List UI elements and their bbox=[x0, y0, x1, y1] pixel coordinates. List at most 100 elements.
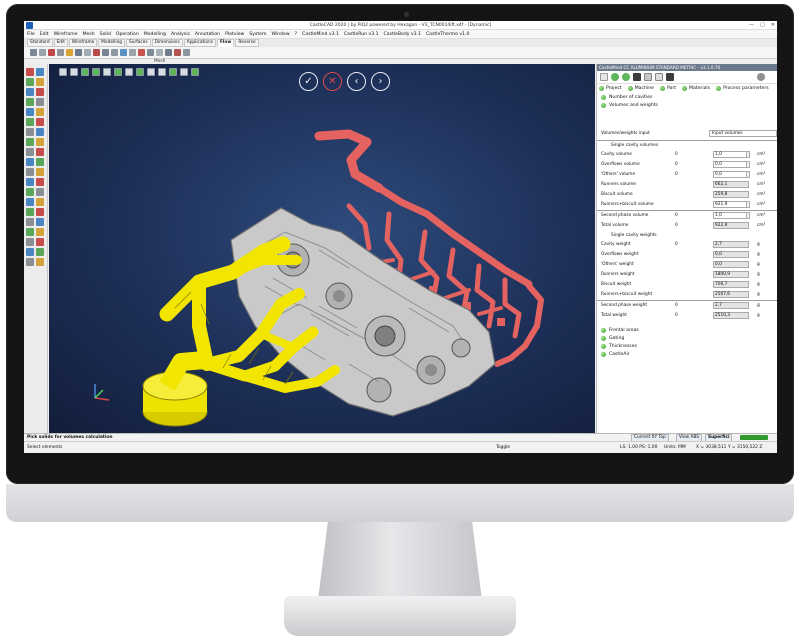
3d-viewport[interactable]: ✓ ✕ ‹ › bbox=[49, 64, 595, 433]
draw-tool-icon[interactable] bbox=[26, 148, 34, 156]
menu-castlerun[interactable]: CastleRun v3.1 bbox=[344, 32, 379, 37]
ribbon-tab-modelling[interactable]: Modelling bbox=[98, 39, 126, 47]
section-gating[interactable]: Gating bbox=[597, 334, 777, 342]
input-mode-select[interactable]: Input volumes bbox=[709, 130, 777, 137]
tab-part[interactable]: Part bbox=[667, 86, 676, 91]
tab-machine[interactable]: Machine bbox=[635, 86, 654, 91]
runners-biscuit-volume-input[interactable]: 921,9 bbox=[713, 201, 749, 208]
menu-file[interactable]: File bbox=[27, 32, 35, 37]
mesh-tool-icon[interactable] bbox=[156, 49, 163, 56]
mesh-tool-icon[interactable] bbox=[48, 49, 55, 56]
menu-castlebody[interactable]: CastleBody v3.1 bbox=[384, 32, 421, 37]
menu-help[interactable]: ? bbox=[295, 32, 297, 37]
spinner-icon[interactable] bbox=[746, 201, 750, 208]
menu-operation[interactable]: Operation bbox=[116, 32, 139, 37]
second-phase-volume-input[interactable]: 1,0 bbox=[713, 212, 749, 219]
ribbon-tab-dimensions[interactable]: Dimensions bbox=[151, 39, 183, 47]
draw-tool-icon[interactable] bbox=[26, 138, 34, 146]
mesh-tool-icon[interactable] bbox=[129, 49, 136, 56]
draw-tool-icon[interactable] bbox=[26, 158, 34, 166]
menu-plotview[interactable]: Plotview bbox=[225, 32, 244, 37]
menu-annotation[interactable]: Annotation bbox=[195, 32, 220, 37]
draw-tool-icon[interactable] bbox=[36, 248, 44, 256]
draw-tool-icon[interactable] bbox=[26, 78, 34, 86]
mesh-tool-icon[interactable] bbox=[30, 49, 37, 56]
menu-castlethermo[interactable]: CastleThermo v1.0 bbox=[426, 32, 469, 37]
mesh-tool-icon[interactable] bbox=[147, 49, 154, 56]
mesh-tool-icon[interactable] bbox=[174, 49, 181, 56]
ribbon-tab-edit[interactable]: Edit bbox=[53, 39, 68, 47]
draw-tool-icon[interactable] bbox=[36, 158, 44, 166]
save-icon[interactable] bbox=[633, 73, 641, 81]
mesh-tool-icon[interactable] bbox=[84, 49, 91, 56]
menu-wireframe[interactable]: Wireframe bbox=[54, 32, 78, 37]
mesh-tool-icon[interactable] bbox=[93, 49, 100, 56]
draw-tool-icon[interactable] bbox=[36, 178, 44, 186]
maximize-button[interactable]: □ bbox=[760, 22, 765, 28]
draw-tool-icon[interactable] bbox=[36, 228, 44, 236]
tab-materials[interactable]: Materials bbox=[689, 86, 710, 91]
draw-tool-icon[interactable] bbox=[26, 108, 34, 116]
draw-tool-icon[interactable] bbox=[26, 238, 34, 246]
draw-tool-icon[interactable] bbox=[36, 168, 44, 176]
spinner-icon[interactable] bbox=[746, 171, 750, 178]
ribbon-tab-reverse[interactable]: Reverse bbox=[235, 39, 259, 47]
spinner-icon[interactable] bbox=[746, 212, 750, 219]
draw-tool-icon[interactable] bbox=[36, 98, 44, 106]
section-castleair[interactable]: CastleAir bbox=[597, 350, 777, 358]
mesh-tool-icon[interactable] bbox=[102, 49, 109, 56]
menu-modelling[interactable]: Modelling bbox=[144, 32, 166, 37]
draw-tool-icon[interactable] bbox=[26, 128, 34, 136]
draw-tool-icon[interactable] bbox=[36, 138, 44, 146]
menu-castlemind[interactable]: CastleMind v3.1 bbox=[302, 32, 339, 37]
draw-tool-icon[interactable] bbox=[26, 218, 34, 226]
run-icon[interactable] bbox=[622, 73, 630, 81]
tab-process-parameters[interactable]: Process parameters bbox=[723, 86, 769, 91]
draw-tool-icon[interactable] bbox=[36, 188, 44, 196]
overflows-volume-input[interactable]: 0,0 bbox=[713, 161, 749, 168]
section-frontal-areas[interactable]: Frontal areas bbox=[597, 326, 777, 334]
draw-tool-icon[interactable] bbox=[26, 68, 34, 76]
menu-analysis[interactable]: Analysis bbox=[171, 32, 190, 37]
others-volume-input[interactable]: 0,0 bbox=[713, 171, 749, 178]
close-button[interactable]: ✕ bbox=[771, 22, 775, 28]
mesh-tool-icon[interactable] bbox=[138, 49, 145, 56]
edit-icon[interactable] bbox=[655, 73, 663, 81]
menu-window[interactable]: Window bbox=[271, 32, 289, 37]
minimize-button[interactable]: — bbox=[749, 22, 754, 28]
ribbon-tab-applications[interactable]: Applications bbox=[183, 39, 216, 47]
ribbon-tab-wireframe[interactable]: Wireframe bbox=[68, 39, 98, 47]
mesh-tool-icon[interactable] bbox=[39, 49, 46, 56]
mesh-tool-icon[interactable] bbox=[75, 49, 82, 56]
draw-tool-icon[interactable] bbox=[36, 148, 44, 156]
draw-tool-icon[interactable] bbox=[36, 68, 44, 76]
draw-tool-icon[interactable] bbox=[26, 178, 34, 186]
draw-tool-icon[interactable] bbox=[36, 208, 44, 216]
draw-tool-icon[interactable] bbox=[26, 208, 34, 216]
settings-icon[interactable] bbox=[666, 73, 674, 81]
cad-model[interactable] bbox=[49, 64, 595, 433]
draw-tool-icon[interactable] bbox=[26, 248, 34, 256]
draw-tool-icon[interactable] bbox=[26, 168, 34, 176]
draw-tool-icon[interactable] bbox=[36, 258, 44, 266]
mesh-tool-icon[interactable] bbox=[120, 49, 127, 56]
menu-edit[interactable]: Edit bbox=[40, 32, 49, 37]
new-icon[interactable] bbox=[600, 73, 608, 81]
draw-tool-icon[interactable] bbox=[26, 228, 34, 236]
mesh-tool-icon[interactable] bbox=[111, 49, 118, 56]
ribbon-tab-flow[interactable]: Flow bbox=[217, 39, 235, 47]
section-volumes-and-weights[interactable]: Volumes and weights bbox=[597, 101, 777, 109]
mesh-tool-icon[interactable] bbox=[183, 49, 190, 56]
spinner-icon[interactable] bbox=[746, 151, 750, 158]
mesh-tool-icon[interactable] bbox=[66, 49, 73, 56]
menu-mesh[interactable]: Mesh bbox=[83, 32, 95, 37]
tab-project[interactable]: Project bbox=[606, 86, 622, 91]
draw-tool-icon[interactable] bbox=[36, 238, 44, 246]
menu-solid[interactable]: Solid bbox=[100, 32, 111, 37]
cavity-volume-input[interactable]: 1,0 bbox=[713, 151, 749, 158]
draw-tool-icon[interactable] bbox=[36, 118, 44, 126]
draw-tool-icon[interactable] bbox=[26, 198, 34, 206]
draw-tool-icon[interactable] bbox=[26, 118, 34, 126]
draw-tool-icon[interactable] bbox=[26, 188, 34, 196]
draw-tool-icon[interactable] bbox=[36, 198, 44, 206]
